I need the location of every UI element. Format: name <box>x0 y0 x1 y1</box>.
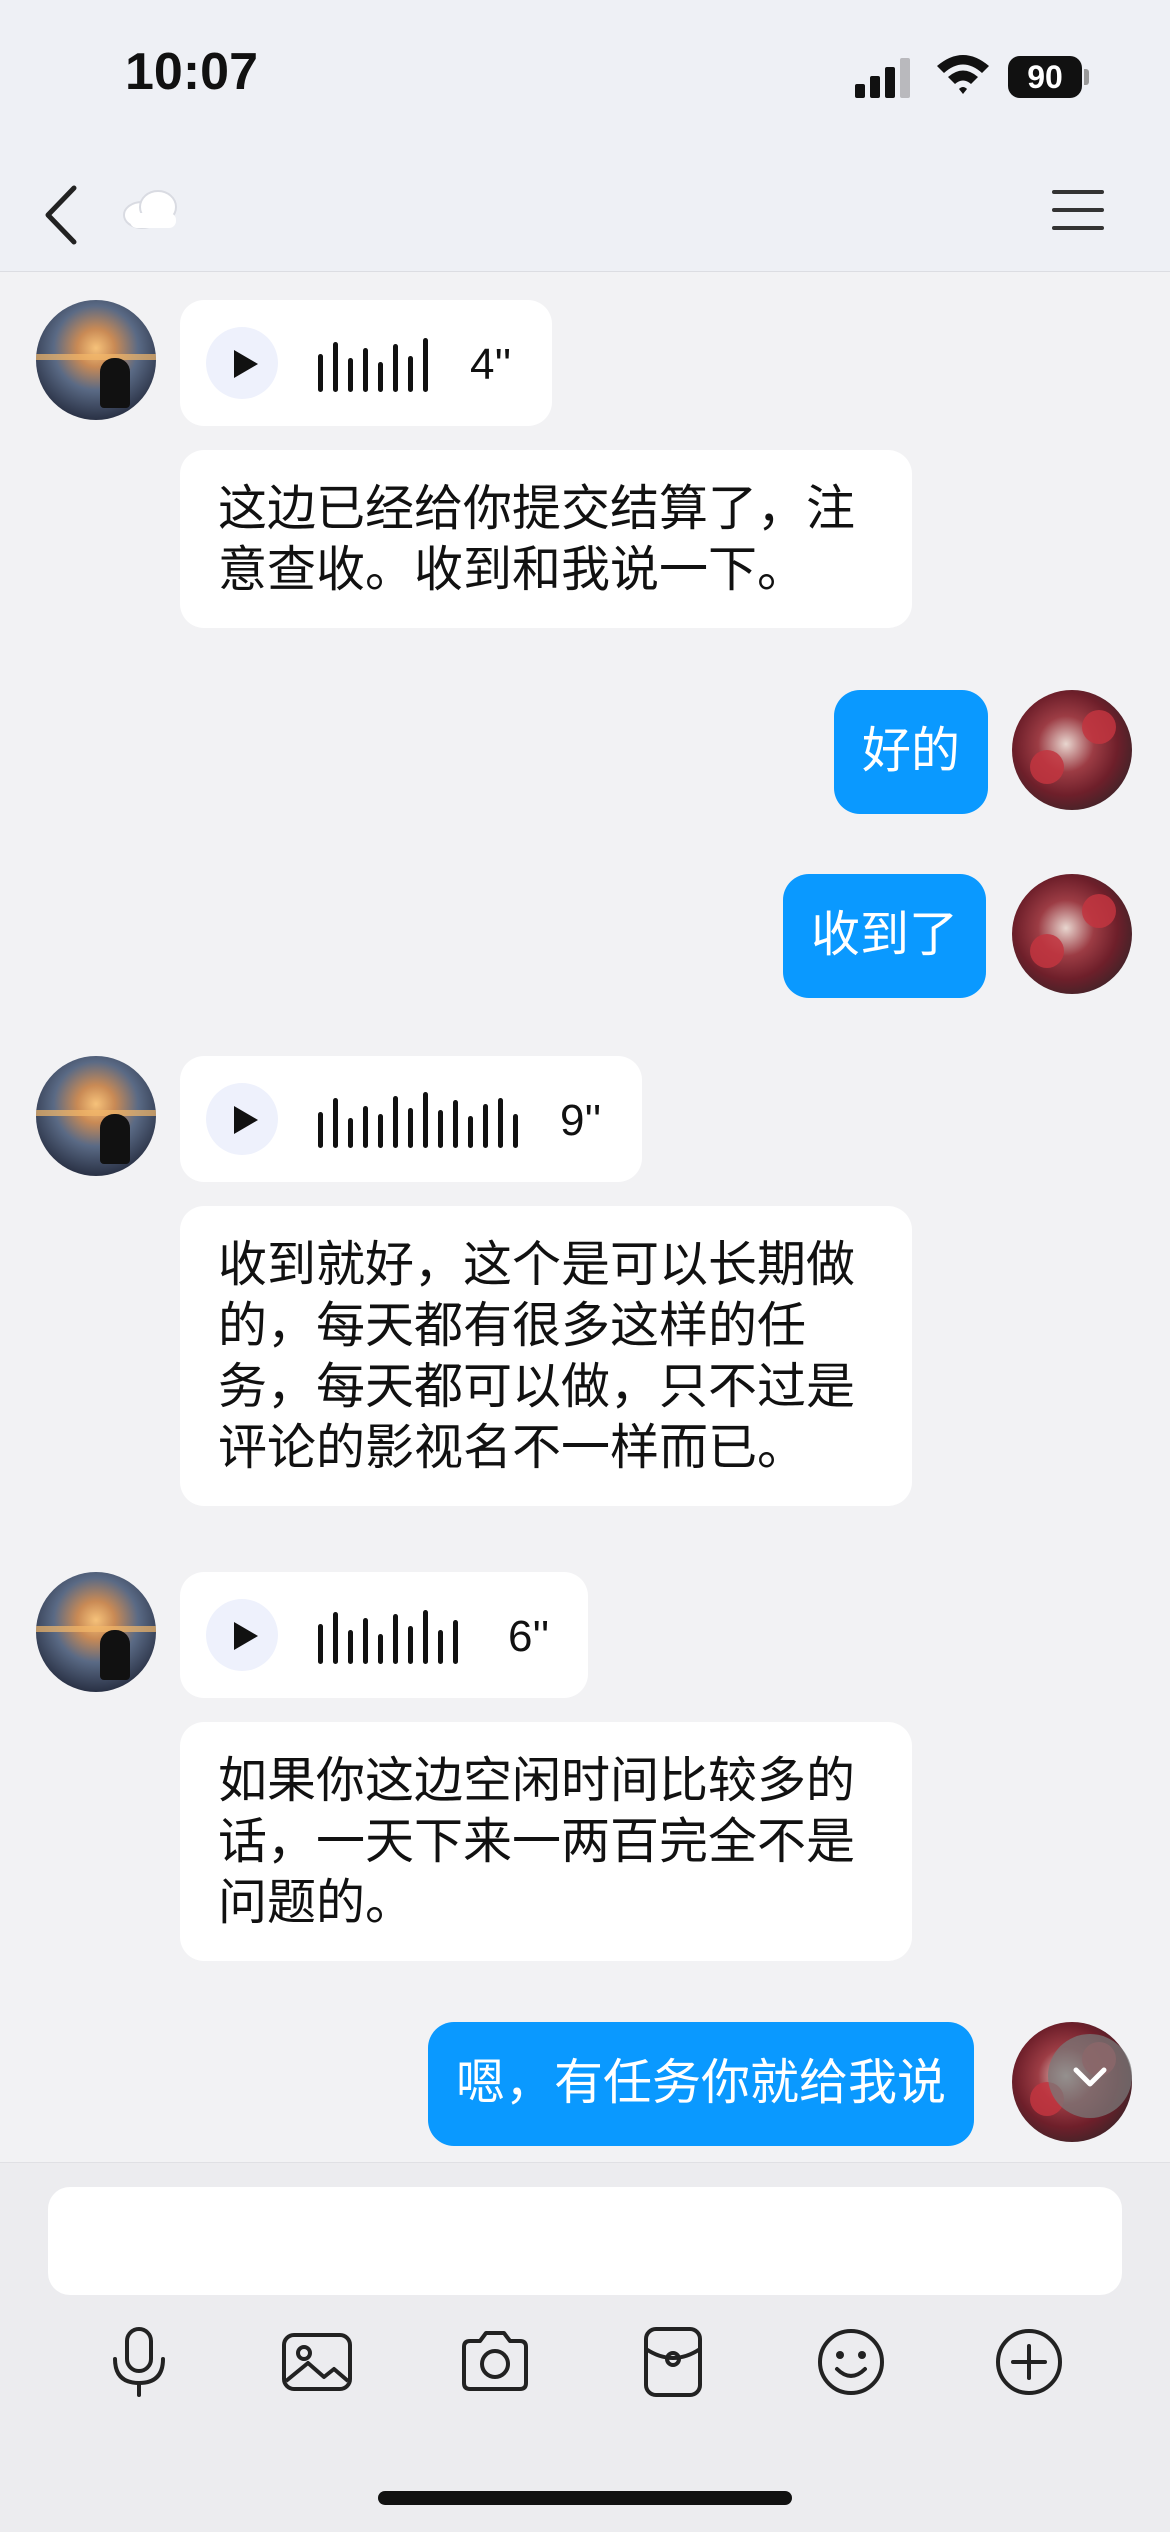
status-bar: 10:07 90 <box>0 0 1170 150</box>
message-bubble[interactable]: 这边已经给你提交结算了，注 意查收。收到和我说一下。 <box>180 450 912 628</box>
message-line: 收到就好，这个是可以长期做 <box>218 1236 856 1293</box>
chevron-left-icon[interactable] <box>40 180 90 250</box>
home-indicator <box>378 2491 792 2505</box>
contact-avatar[interactable] <box>36 1056 156 1176</box>
emoji-icon[interactable] <box>812 2323 890 2401</box>
message-line: 如果你这边空闲时间比较多的 <box>218 1752 856 1809</box>
red-packet-icon[interactable] <box>634 2323 712 2401</box>
my-message-bubble[interactable]: 收到了 <box>783 874 987 998</box>
chevron-down-icon <box>1073 2067 1107 2087</box>
battery-indicator: 90 <box>1008 56 1089 98</box>
cloud-icon <box>123 190 177 229</box>
waveform-icon <box>318 1090 528 1148</box>
voice-duration: 4'' <box>470 340 512 389</box>
message-line: 评论的影视名不一样而已。 <box>218 1419 807 1476</box>
my-avatar[interactable] <box>1012 874 1132 994</box>
plus-icon[interactable] <box>990 2323 1068 2401</box>
battery-tip <box>1084 69 1089 85</box>
play-icon <box>234 1622 258 1650</box>
voice-message[interactable]: 6'' <box>180 1572 588 1698</box>
message-line: 务，每天都可以做，只不过是 <box>218 1358 856 1415</box>
scroll-to-bottom-button[interactable] <box>1048 2034 1132 2118</box>
microphone-icon[interactable] <box>100 2323 178 2401</box>
chat-messages[interactable]: 4'' 这边已经给你提交结算了，注 意查收。收到和我说一下。 好的 收到了 9'… <box>0 272 1170 2162</box>
play-icon <box>234 350 258 378</box>
voice-message[interactable]: 9'' <box>180 1056 642 1182</box>
contact-avatar[interactable] <box>36 300 156 420</box>
camera-icon[interactable] <box>456 2323 534 2401</box>
contact-avatar[interactable] <box>36 1572 156 1692</box>
waveform-icon <box>318 334 430 392</box>
hamburger-menu-icon[interactable] <box>1050 186 1106 234</box>
play-icon <box>234 1106 258 1134</box>
waveform-icon <box>318 1606 468 1664</box>
voice-duration: 6'' <box>508 1612 550 1661</box>
input-area <box>0 2162 1170 2532</box>
play-button[interactable] <box>206 1599 278 1671</box>
wifi-icon <box>937 55 989 94</box>
message-bubble[interactable]: 如果你这边空闲时间比较多的 话，一天下来一两百完全不是 问题的。 <box>180 1722 912 1961</box>
message-line: 这边已经给你提交结算了，注 <box>218 480 856 537</box>
message-line: 的，每天都有很多这样的任 <box>218 1297 807 1354</box>
status-time: 10:07 <box>125 43 258 101</box>
battery-level: 90 <box>1008 56 1082 98</box>
chat-header <box>0 150 1170 272</box>
message-line: 意查收。收到和我说一下。 <box>218 541 807 598</box>
my-avatar[interactable] <box>1012 690 1132 810</box>
message-line: 问题的。 <box>218 1874 415 1931</box>
message-line: 话，一天下来一两百完全不是 <box>218 1813 856 1870</box>
my-message-bubble[interactable]: 好的 <box>834 690 989 814</box>
voice-message[interactable]: 4'' <box>180 300 552 426</box>
cellular-signal-icon <box>855 58 910 98</box>
image-icon[interactable] <box>278 2323 356 2401</box>
voice-duration: 9'' <box>560 1096 602 1145</box>
message-input[interactable] <box>48 2187 1122 2295</box>
message-bubble[interactable]: 收到就好，这个是可以长期做 的，每天都有很多这样的任 务，每天都可以做，只不过是… <box>180 1206 912 1506</box>
play-button[interactable] <box>206 1083 278 1155</box>
my-message-bubble[interactable]: 嗯，有任务你就给我说 <box>428 2022 975 2146</box>
play-button[interactable] <box>206 327 278 399</box>
